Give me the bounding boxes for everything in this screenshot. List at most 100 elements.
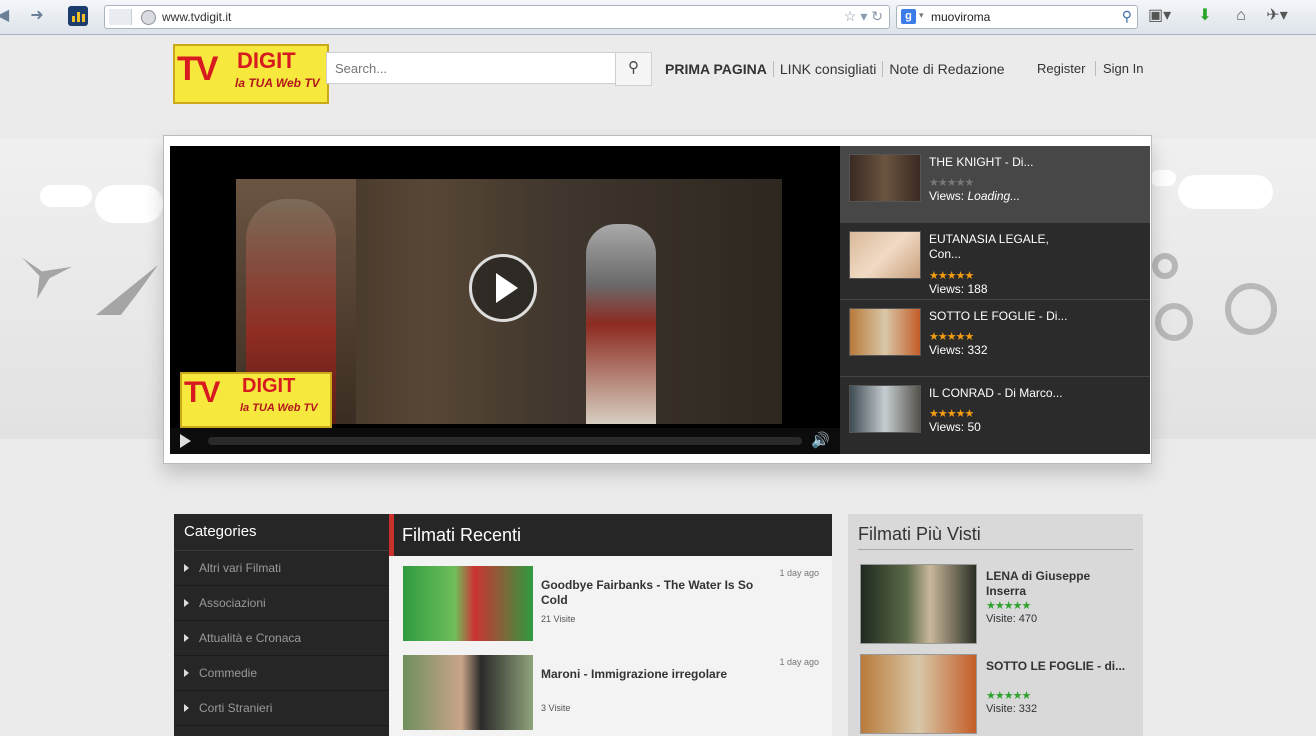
recent-thumbnail[interactable] (403, 655, 533, 730)
most-viewed-item[interactable]: LENA di Giuseppe Inserra ★★★★★ Visite: 4… (860, 564, 1136, 649)
rings-decoration (1152, 253, 1178, 279)
recent-item-title[interactable]: Goodbye Fairbanks - The Water Is So Cold (541, 578, 766, 608)
recent-thumbnail[interactable] (403, 566, 533, 641)
browser-search-bar[interactable]: g ▾ muoviroma ⚲ (896, 5, 1138, 29)
volume-icon[interactable]: 🔊 (811, 431, 830, 449)
browser-search-value[interactable]: muoviroma (931, 10, 990, 24)
most-viewed-panel: Filmati Più Visti LENA di Giuseppe Inser… (848, 514, 1143, 736)
views-value: 50 (967, 420, 981, 434)
logo-digit: DIGIT (237, 48, 296, 73)
playlist-item[interactable]: SOTTO LE FOGLIE - Di... ★★★★★ Views: 332 (840, 300, 1150, 377)
logo-tagline: la TUA Web TV (235, 76, 320, 90)
playlist-item[interactable]: THE KNIGHT - Di... ★★★★★ Views: Loading.… (840, 146, 1150, 223)
playlist-thumbnail (849, 308, 921, 356)
watermark-tv: TV (184, 376, 220, 409)
top-nav: PRIMA PAGINA LINK consigliati Note di Reda… (665, 61, 1011, 77)
most-viewed-thumbnail[interactable] (860, 654, 977, 734)
globe-icon (141, 10, 156, 25)
playlist-title: THE KNIGHT - Di... (929, 155, 1034, 169)
recent-item-visits: 3 Visite (541, 703, 571, 713)
playlist-views: Views: 50 (929, 420, 981, 434)
register-link[interactable]: Register (1037, 61, 1085, 76)
sign-in-link[interactable]: Sign In (1095, 61, 1143, 76)
categories-panel: Categories Altri vari Filmati Associazio… (174, 514, 392, 736)
nav-link-consigliati[interactable]: LINK consigliati (772, 61, 883, 77)
site-search-input[interactable] (327, 53, 607, 83)
recent-item[interactable]: Goodbye Fairbanks - The Water Is So Cold… (403, 556, 823, 641)
scene-knight (586, 224, 656, 424)
search-icon[interactable]: ⚲ (615, 52, 652, 86)
google-icon[interactable]: g (901, 9, 916, 24)
playlist: THE KNIGHT - Di... ★★★★★ Views: Loading.… (840, 146, 1150, 454)
rating-stars: ★★★★★ (929, 331, 974, 343)
rating-stars: ★★★★★ (986, 690, 1031, 702)
views-label: Views: (929, 343, 965, 357)
playlist-item[interactable]: IL CONRAD - Di Marco... ★★★★★ Views: 50 (840, 377, 1150, 453)
category-item[interactable]: Altri vari Filmati (174, 551, 392, 586)
web-page: TV DIGIT la TUA Web TV ⚲ PRIMA PAGINALIN… (0, 35, 1316, 736)
playlist-views: Views: 332 (929, 343, 988, 357)
rating-stars: ★★★★★ (929, 270, 974, 282)
nav-prima-pagina[interactable]: PRIMA PAGINA (665, 61, 773, 77)
recent-item-time: 1 day ago (779, 657, 819, 667)
rings-decoration (1155, 303, 1193, 341)
category-item[interactable]: Commedie (174, 656, 392, 691)
watermark-digit: DIGIT (242, 375, 296, 397)
bookmark-star-icon[interactable]: ☆ ▾ ↻ (844, 8, 883, 25)
most-viewed-visits: Visite: 470 (986, 613, 1038, 625)
rating-stars: ★★★★★ (986, 600, 1031, 612)
watermark-tagline: la TUA Web TV (240, 402, 318, 414)
download-icon[interactable]: ⬇ (1194, 6, 1216, 26)
playlist-title: EUTANASIA LEGALE, Con... (929, 232, 1049, 261)
playlist-thumbnail (849, 231, 921, 279)
site-search (326, 52, 616, 84)
playlist-thumbnail (849, 154, 921, 202)
back-icon[interactable]: ◀ (0, 7, 12, 25)
views-value: 188 (967, 282, 988, 296)
bookmarks-icon[interactable]: ▣▾ (1148, 6, 1171, 26)
player-controls: 🔊 (170, 428, 840, 454)
most-viewed-item-title[interactable]: SOTTO LE FOGLIE - di... (986, 659, 1126, 674)
site-logo[interactable]: TV DIGIT la TUA Web TV (173, 44, 329, 104)
recent-item-title[interactable]: Maroni - Immigrazione irregolare (541, 667, 766, 682)
category-item[interactable]: Associazioni (174, 586, 392, 621)
playlist-item[interactable]: EUTANASIA LEGALE, Con... ★★★★★ Views: 18… (840, 223, 1150, 300)
recent-videos-panel: Filmati Recenti Goodbye Fairbanks - The … (389, 514, 832, 736)
video-player-box: TV DIGIT la TUA Web TV 🔊 THE KNIGHT - Di… (163, 135, 1152, 464)
address-bar[interactable]: www.tvdigit.it ☆ ▾ ↻ (104, 5, 890, 29)
most-viewed-title: Filmati Più Visti (858, 524, 1133, 550)
nav-note-redazione[interactable]: Note di Redazione (882, 61, 1010, 77)
rating-stars: ★★★★★ (929, 408, 974, 420)
tab-groups-icon[interactable] (109, 9, 132, 25)
video-player[interactable]: TV DIGIT la TUA Web TV 🔊 (170, 146, 840, 454)
views-value: Loading... (967, 189, 1021, 203)
most-viewed-item-title[interactable]: LENA di Giuseppe Inserra (986, 569, 1126, 599)
seek-bar[interactable] (208, 437, 802, 445)
url-text[interactable]: www.tvdigit.it (162, 10, 231, 24)
bar-chart-icon[interactable] (68, 6, 88, 26)
play-overlay-button[interactable] (469, 254, 537, 322)
categories-title: Categories (174, 514, 392, 551)
most-viewed-visits: Visite: 332 (986, 703, 1038, 715)
playlist-views: Views: Loading... (929, 189, 1020, 203)
recent-item[interactable]: Maroni - Immigrazione irregolare 3 Visit… (403, 645, 823, 730)
home-icon[interactable]: ⌂ (1230, 6, 1252, 26)
category-item[interactable]: Attualità e Cronaca (174, 621, 392, 656)
most-viewed-thumbnail[interactable] (860, 564, 977, 644)
browser-toolbar: ◀ ➜ www.tvdigit.it ☆ ▾ ↻ g ▾ muoviroma ⚲… (0, 0, 1316, 35)
rings-decoration (1225, 283, 1277, 335)
playlist-thumbnail (849, 385, 921, 433)
video-watermark-logo: TV DIGIT la TUA Web TV (180, 372, 332, 428)
most-viewed-item[interactable]: SOTTO LE FOGLIE - di... ★★★★★ Visite: 33… (860, 654, 1136, 736)
forward-icon[interactable]: ➜ (28, 7, 46, 25)
cloud-decoration (1150, 170, 1176, 186)
recent-title: Filmati Recenti (389, 514, 832, 556)
play-icon[interactable] (180, 434, 191, 448)
views-label: Views: (929, 420, 965, 434)
addon-icon[interactable]: ✈▾ (1266, 6, 1288, 26)
chevron-down-icon[interactable]: ▾ (919, 10, 924, 21)
search-icon[interactable]: ⚲ (1122, 8, 1132, 25)
category-item[interactable]: Corti Stranieri (174, 691, 392, 726)
cloud-decoration (95, 185, 163, 223)
playlist-views: Views: 188 (929, 282, 988, 296)
